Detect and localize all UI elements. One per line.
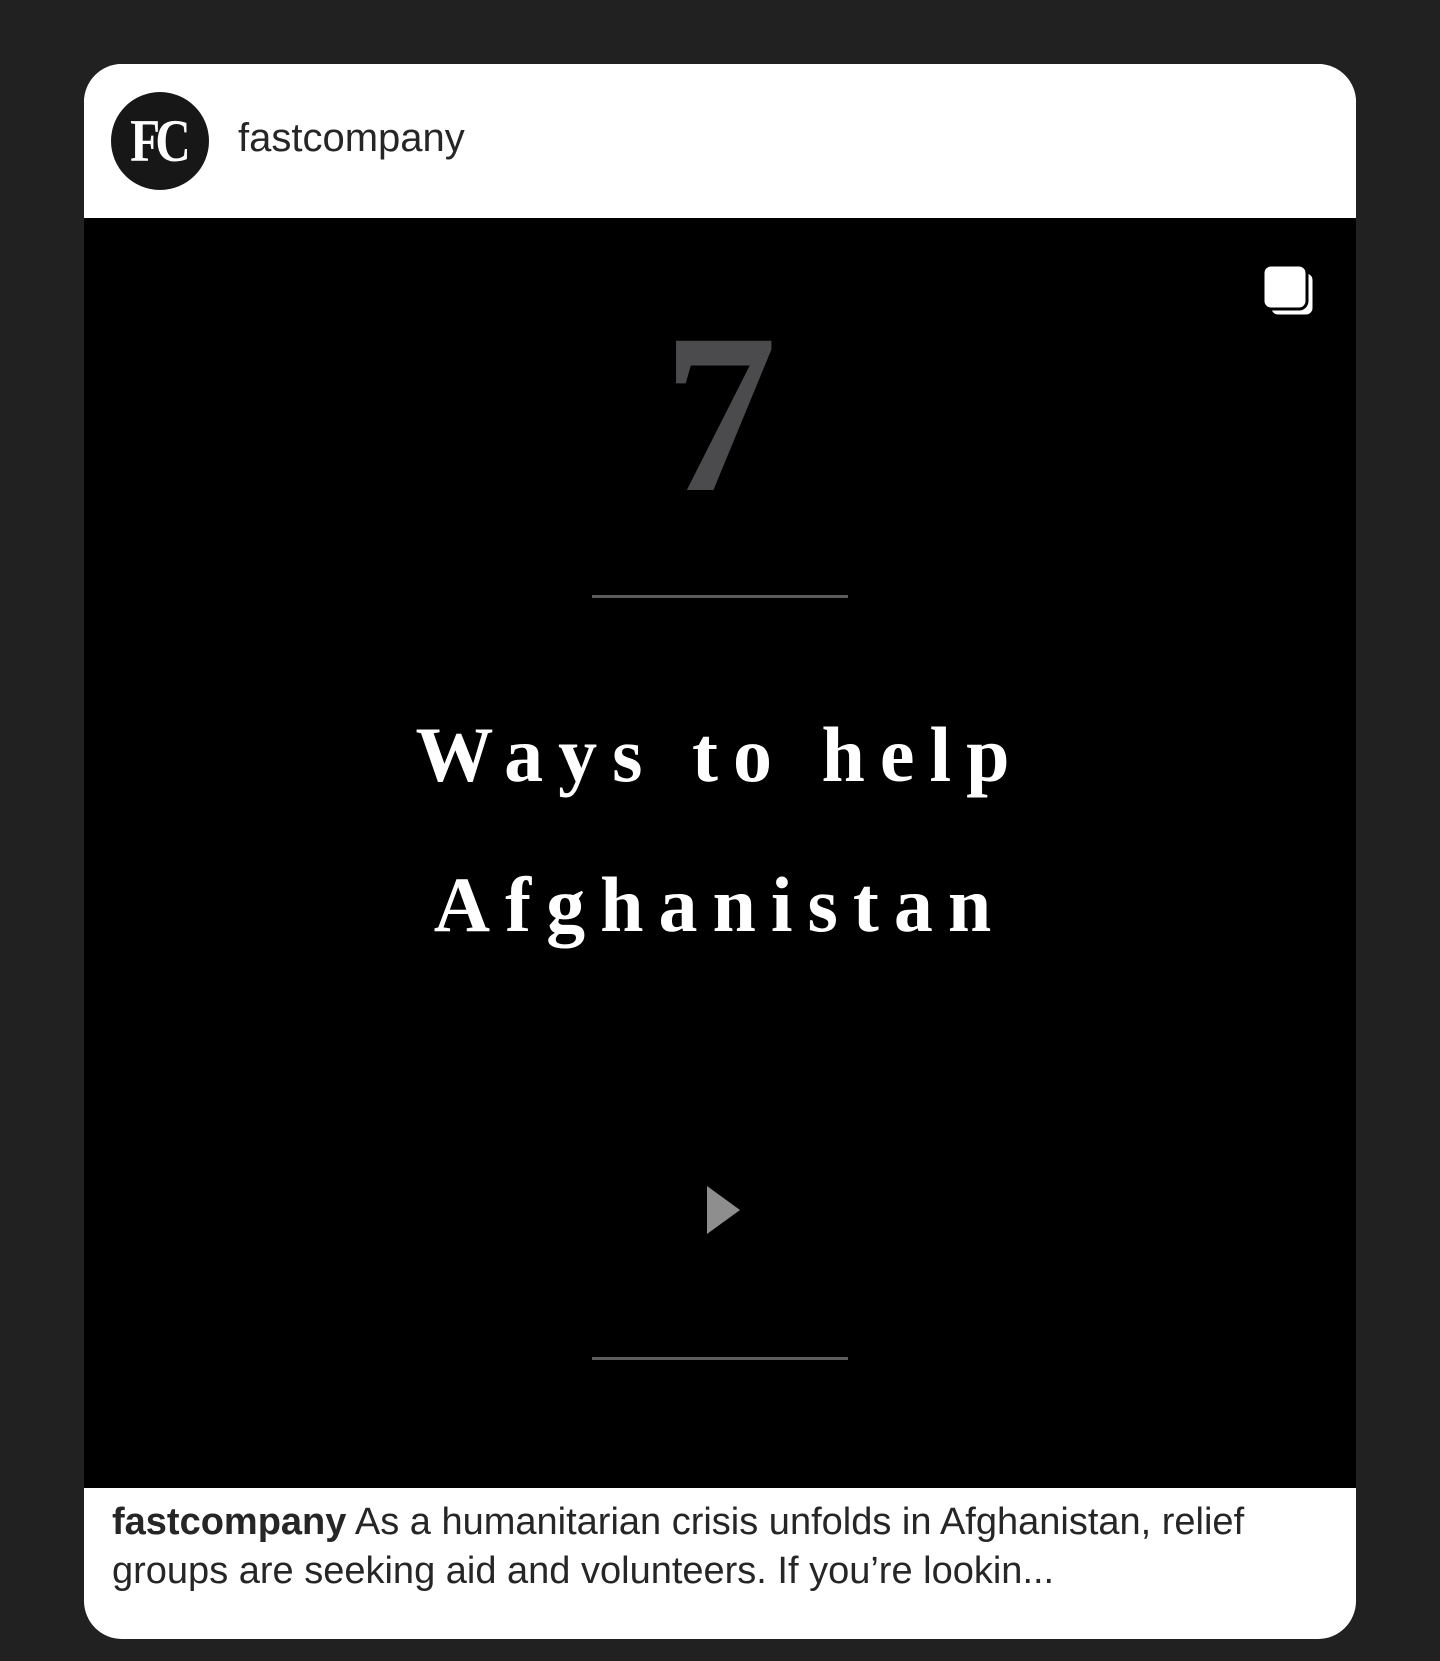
avatar[interactable]: FC [111, 92, 209, 190]
headline-line-1: Ways to help [415, 711, 1025, 798]
play-arrow-icon[interactable] [702, 1184, 742, 1236]
bottom-divider [592, 1357, 848, 1360]
post-caption: fastcompany As a humanitarian crisis unf… [112, 1498, 1332, 1596]
caption-username-link[interactable]: fastcompany [112, 1501, 346, 1543]
post-header: FC fastcompany [84, 64, 1356, 218]
headline-line-2: Afghanistan [433, 861, 1007, 948]
post-media[interactable]: 7 Ways to help Afghanistan [84, 218, 1356, 1488]
top-divider [592, 595, 848, 598]
username-link[interactable]: fastcompany [238, 114, 465, 162]
instagram-post-card: FC fastcompany 7 Ways to help Afghanista… [84, 64, 1356, 1639]
avatar-logo-text: FC [130, 108, 191, 174]
slide-number: 7 [663, 288, 777, 540]
